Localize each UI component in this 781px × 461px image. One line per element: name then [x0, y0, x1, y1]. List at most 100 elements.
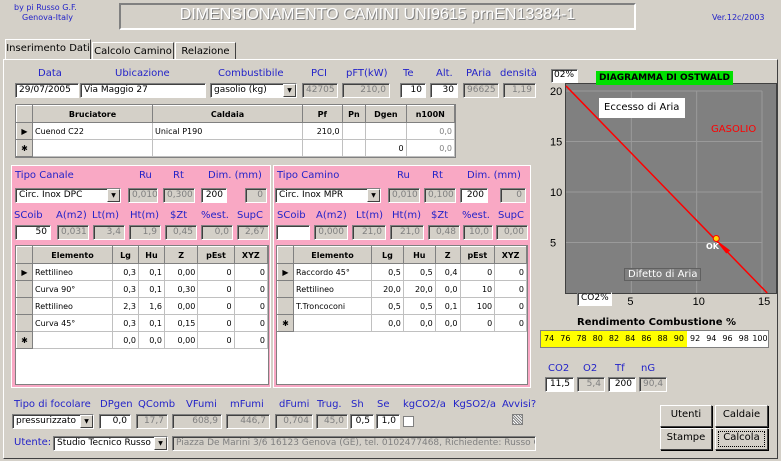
- table-cell[interactable]: 0,5: [371, 297, 404, 315]
- table-cell[interactable]: 0: [459, 314, 496, 332]
- co2-checkbox[interactable]: [403, 416, 414, 427]
- tipo-camino-select[interactable]: Circ. Inox MPR ▼: [275, 188, 381, 203]
- table-cell[interactable]: 0,0: [434, 314, 461, 332]
- table-cell[interactable]: 0: [197, 314, 235, 332]
- table-cell[interactable]: 0: [197, 331, 235, 349]
- table-cell[interactable]: 0: [233, 280, 269, 298]
- table-cell[interactable]: 0: [233, 331, 269, 349]
- table-cell[interactable]: [365, 122, 407, 140]
- data-field[interactable]: 29/07/2005: [15, 83, 79, 98]
- table-cell[interactable]: [341, 122, 367, 140]
- avvisi-checkbox[interactable]: [512, 414, 523, 425]
- table-cell[interactable]: 0,5: [402, 263, 436, 281]
- se-field[interactable]: 1,0: [376, 414, 400, 429]
- table-cell[interactable]: 0,1: [434, 297, 461, 315]
- table-cell[interactable]: [32, 139, 153, 157]
- table-cell[interactable]: 0: [494, 297, 527, 315]
- table-row[interactable]: T.Troncoconi 0,5 0,5 0,1 100 0: [277, 297, 527, 315]
- table-cell[interactable]: 0,3: [112, 280, 139, 298]
- table-cell[interactable]: 0,0: [371, 314, 404, 332]
- table-row[interactable]: ▶ Rettilineo 0,3 0,1 0,00 0 0: [16, 263, 269, 281]
- table-cell[interactable]: 1,6: [137, 297, 165, 315]
- chevron-down-icon[interactable]: ▼: [107, 189, 120, 202]
- table-cell[interactable]: 0,00: [163, 297, 199, 315]
- table-row[interactable]: ▶ Cuenod C22 Unical P190 210,0 0,0: [16, 122, 456, 140]
- table-cell[interactable]: Rettilineo: [293, 280, 372, 298]
- table-cell[interactable]: 0,5: [371, 263, 404, 281]
- table-cell[interactable]: 0,00: [163, 263, 199, 281]
- chevron-down-icon[interactable]: ▼: [283, 84, 296, 97]
- canale-scoib-field[interactable]: 50: [15, 225, 51, 240]
- table-cell[interactable]: Curva 90°: [32, 280, 113, 298]
- table-cell[interactable]: Cuenod C22: [32, 122, 153, 140]
- alt-field[interactable]: 30: [430, 83, 458, 98]
- table-cell[interactable]: 2,3: [112, 297, 139, 315]
- canale-dim-field[interactable]: 200: [201, 188, 227, 203]
- chevron-down-icon[interactable]: ▼: [367, 189, 380, 202]
- utenti-button[interactable]: Utenti: [660, 405, 712, 427]
- table-cell[interactable]: 0: [494, 314, 527, 332]
- tab-calcolo-camino[interactable]: Calcolo Camino: [92, 42, 174, 60]
- stampe-button[interactable]: Stampe: [660, 428, 712, 450]
- table-row[interactable]: ✱ 0,0 0,0 0,0 0 0: [277, 314, 527, 332]
- table-cell[interactable]: [32, 331, 113, 349]
- table-cell[interactable]: 0,0: [137, 331, 165, 349]
- sh-field[interactable]: 0,5: [350, 414, 374, 429]
- tab-relazione[interactable]: Relazione: [175, 42, 236, 60]
- table-cell[interactable]: 0: [365, 139, 407, 157]
- utente-select[interactable]: Studio Tecnico Russo ▼: [53, 436, 168, 451]
- table-row[interactable]: ✱ 0,0 0,0 0,00 0 0: [16, 331, 269, 349]
- chevron-down-icon[interactable]: ▼: [154, 437, 167, 450]
- table-cell[interactable]: Rettilineo: [32, 297, 113, 315]
- table-cell[interactable]: 210,0: [302, 122, 343, 140]
- focolare-select[interactable]: pressurizzato ▼: [12, 414, 94, 429]
- table-cell[interactable]: 0,5: [402, 297, 436, 315]
- camino-dim-field[interactable]: 200: [460, 188, 488, 203]
- table-cell[interactable]: 0: [233, 263, 269, 281]
- tipo-canale-select[interactable]: Circ. Inox DPC ▼: [15, 188, 121, 203]
- chevron-down-icon[interactable]: ▼: [80, 415, 93, 428]
- table-cell[interactable]: 0,0: [112, 331, 139, 349]
- table-cell[interactable]: 0: [494, 263, 527, 281]
- table-cell[interactable]: 0,30: [163, 280, 199, 298]
- table-cell[interactable]: 0,1: [137, 280, 165, 298]
- table-cell[interactable]: Raccordo 45°: [293, 263, 372, 281]
- table-cell[interactable]: 0,1: [137, 263, 165, 281]
- table-cell[interactable]: 0,00: [163, 331, 199, 349]
- combustibile-select[interactable]: gasolio (kg) ▼: [210, 83, 297, 98]
- table-cell[interactable]: 20,0: [371, 280, 404, 298]
- table-cell[interactable]: 0,15: [163, 314, 199, 332]
- table-cell[interactable]: 10: [459, 280, 496, 298]
- table-row[interactable]: ✱ 0 0,0: [16, 139, 456, 157]
- caldaie-button[interactable]: Caldaie: [715, 405, 768, 427]
- table-cell[interactable]: 0: [494, 280, 527, 298]
- table-cell[interactable]: 0: [197, 297, 235, 315]
- camino-scoib-field[interactable]: [276, 225, 310, 240]
- te-field[interactable]: 10: [400, 83, 426, 98]
- table-cell[interactable]: 0: [197, 263, 235, 281]
- table-row[interactable]: Curva 45° 0,3 0,1 0,15 0 0: [16, 314, 269, 332]
- table-row[interactable]: Curva 90° 0,3 0,1 0,30 0 0: [16, 280, 269, 298]
- table-cell[interactable]: [302, 139, 343, 157]
- table-row[interactable]: Rettilineo 2,3 1,6 0,00 0 0: [16, 297, 269, 315]
- table-cell[interactable]: 0,3: [112, 263, 139, 281]
- table-row[interactable]: Rettilineo 20,0 20,0 0,0 10 0: [277, 280, 527, 298]
- table-cell[interactable]: 0: [233, 314, 269, 332]
- table-cell[interactable]: 0,0: [402, 314, 436, 332]
- table-cell[interactable]: 0,0: [434, 280, 461, 298]
- table-cell[interactable]: 0: [233, 297, 269, 315]
- table-cell[interactable]: 0,3: [112, 314, 139, 332]
- table-cell[interactable]: T.Troncoconi: [293, 297, 372, 315]
- dpgen-field[interactable]: 0,0: [99, 414, 131, 429]
- table-cell[interactable]: 0,4: [434, 263, 461, 281]
- table-cell[interactable]: 0: [197, 280, 235, 298]
- table-row[interactable]: ▶ Raccordo 45° 0,5 0,5 0,4 0 0: [277, 263, 527, 281]
- table-cell[interactable]: 0,1: [137, 314, 165, 332]
- tab-inserimento-dati[interactable]: Inserimento Dati: [5, 39, 91, 59]
- calcola-button[interactable]: Calcola: [715, 428, 768, 450]
- table-cell[interactable]: 0: [459, 263, 496, 281]
- table-cell[interactable]: Curva 45°: [32, 314, 113, 332]
- table-cell[interactable]: 20,0: [402, 280, 436, 298]
- table-cell[interactable]: [293, 314, 372, 332]
- table-cell[interactable]: Rettilineo: [32, 263, 113, 281]
